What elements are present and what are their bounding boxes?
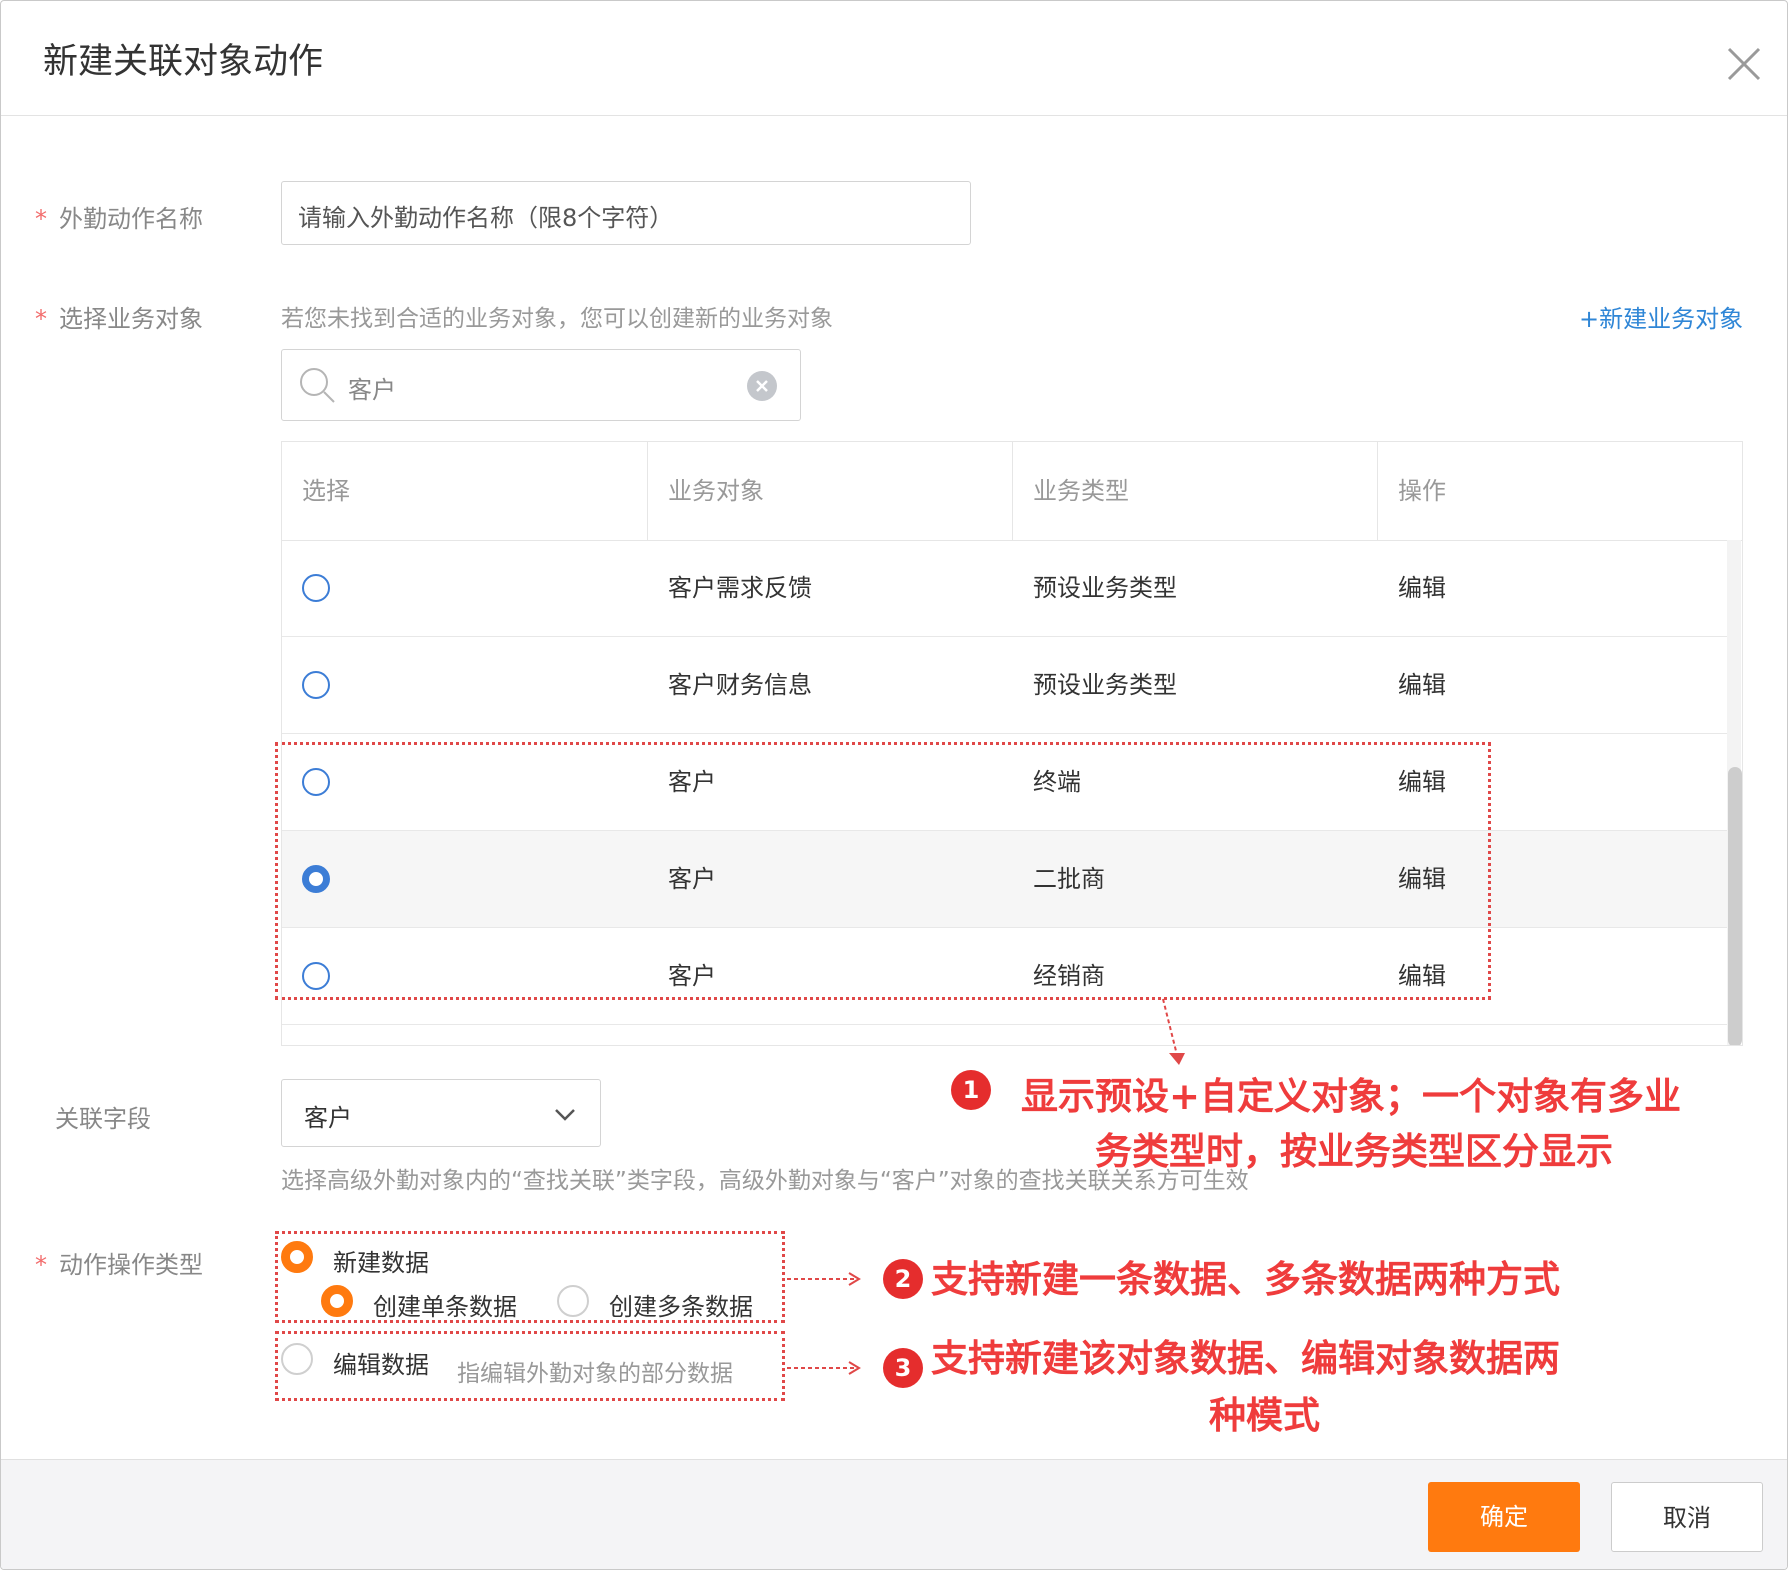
col-header-type: 业务类型 [1013,442,1378,540]
annotation-text-3b: 种模式 [1209,1394,1320,1437]
table-header: 选择 业务对象 业务类型 操作 [282,442,1742,541]
col-header-action: 操作 [1398,477,1446,505]
dialog-footer: 确定 取消 [1,1459,1787,1569]
annotation-text-3a: 支持新建该对象数据、编辑对象数据两 [931,1337,1560,1380]
business-object-search[interactable]: 客户 [281,349,801,421]
annotation-box-2 [275,1231,785,1323]
annotation-badge-1: 1 [951,1070,991,1110]
confirm-button[interactable]: 确定 [1428,1482,1580,1552]
annotation-box-1 [275,742,1491,1000]
col-header-object: 业务对象 [648,442,1013,540]
row-edit-link[interactable]: 编辑 [1398,540,1446,636]
search-icon [300,368,335,403]
annotation-arrow-1 [1162,998,1185,1065]
annotation-arrow-3 [787,1361,861,1375]
row-radio[interactable] [302,574,330,602]
business-object-hint: 若您未找到合适的业务对象，您可以创建新的业务对象 [281,306,833,332]
action-name-label: * 外勤动作名称 [35,205,203,233]
row-object: 客户财务信息 [668,671,812,699]
related-field-label: 关联字段 [55,1105,151,1133]
table-row[interactable]: 客户需求反馈 预设业务类型 编辑 [282,540,1727,637]
clear-search-icon[interactable] [746,370,778,402]
row-type: 预设业务类型 [1033,574,1177,602]
row-type: 预设业务类型 [1033,671,1177,699]
row-edit-link[interactable]: 编辑 [1398,637,1446,733]
annotation-text-1a: 显示预设+自定义对象；一个对象有多业 [1021,1075,1682,1118]
search-value: 客户 [348,376,396,404]
new-related-object-action-dialog: 新建关联对象动作 * 外勤动作名称 请输入外勤动作名称（限8个字符） * 选择业务对… [0,0,1788,1570]
row-object: 客户需求反馈 [668,574,812,602]
annotation-arrow-2 [787,1272,861,1286]
related-field-hint: 选择高级外勤对象内的“查找关联”类字段，高级外勤对象与“客户”对象的查找关联关系… [281,1168,1249,1194]
action-name-input[interactable]: 请输入外勤动作名称（限8个字符） [281,181,971,245]
annotation-badge-2: 2 [883,1259,923,1299]
new-business-object-link[interactable]: +新建业务对象 [1579,299,1743,334]
annotation-box-3 [275,1331,785,1401]
close-icon[interactable] [1721,41,1767,87]
row-radio[interactable] [302,671,330,699]
dialog-header: 新建关联对象动作 [1,1,1787,116]
dialog-title: 新建关联对象动作 [43,42,324,82]
annotation-text-2: 支持新建一条数据、多条数据两种方式 [931,1258,1560,1301]
table-scrollbar-thumb[interactable] [1728,767,1742,1045]
related-field-value: 客户 [304,1104,352,1132]
table-row[interactable]: 客户财务信息 预设业务类型 编辑 [282,637,1727,734]
annotation-badge-3: 3 [883,1348,923,1388]
related-field-select[interactable]: 客户 [281,1079,601,1147]
cancel-button[interactable]: 取消 [1611,1482,1763,1552]
action-name-placeholder: 请输入外勤动作名称（限8个字符） [298,204,674,232]
col-header-select: 选择 [282,442,648,540]
chevron-down-icon [555,1109,575,1121]
action-type-label: * 动作操作类型 [35,1251,203,1279]
business-object-label: * 选择业务对象 [35,305,203,333]
